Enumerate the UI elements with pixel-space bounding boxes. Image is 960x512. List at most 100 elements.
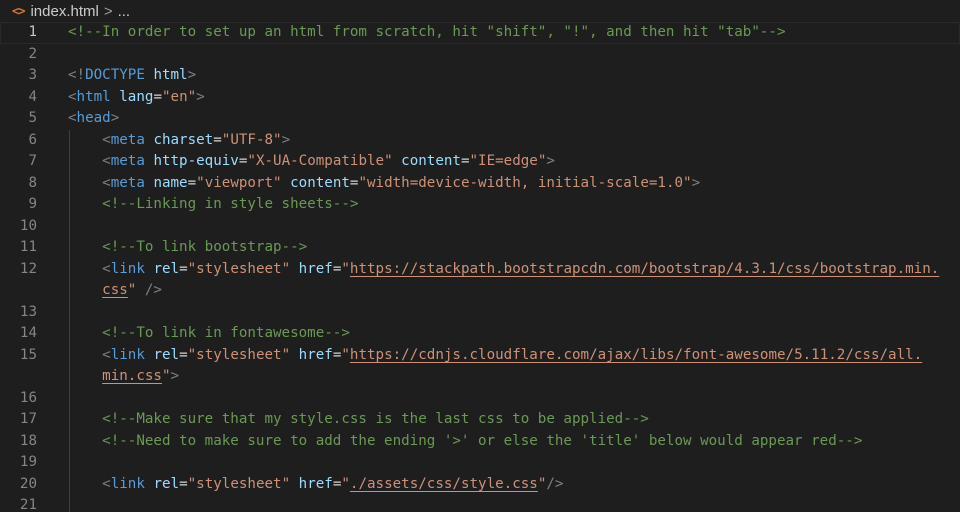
token-bracket: < (102, 475, 111, 492)
token-bracket: > (691, 174, 701, 191)
token-str: "en" (161, 88, 197, 105)
code-line[interactable]: 15 <link rel="stylesheet" href="https://… (0, 344, 960, 366)
token-str: " (161, 368, 171, 384)
token-eq: = (153, 88, 162, 105)
token-str: "stylesheet" (187, 475, 291, 492)
code-line[interactable]: css" /> (0, 280, 960, 302)
code-line[interactable]: 21 (0, 495, 960, 512)
line-number: 18 (19, 432, 37, 449)
token-str: "stylesheet" (187, 260, 291, 277)
line-content: <link rel="stylesheet" href="./assets/cs… (68, 474, 563, 496)
line-content: <html lang="en"> (68, 87, 205, 109)
token-eq: = (179, 475, 188, 492)
token-attr: content (290, 174, 350, 191)
code-line[interactable]: 2 (0, 44, 960, 66)
token-attr: href (298, 260, 333, 277)
token-bracket: < (68, 88, 77, 105)
line-content: <!--Need to make sure to add the ending … (68, 431, 862, 453)
code-line[interactable]: 18 <!--Need to make sure to add the endi… (0, 430, 960, 453)
code-line[interactable]: 19 (0, 452, 960, 474)
token-link[interactable]: https://stackpath.bootstrapcdn.com/boots… (350, 261, 939, 277)
token-bracket: > (110, 110, 120, 126)
token-str: "IE=edge" (469, 153, 547, 169)
token-attr: charset (153, 131, 214, 148)
code-line[interactable]: 12 <link rel="stylesheet" href="https://… (0, 258, 960, 280)
token-comment: <!--In order to set up an html from scra… (68, 24, 786, 40)
token-bracket: < (102, 153, 111, 169)
code-line[interactable]: 20 <link rel="stylesheet" href="./assets… (0, 473, 960, 496)
token-tag: DOCTYPE (85, 67, 145, 83)
line-content: <!--To link bootstrap--> (68, 237, 307, 259)
code-area[interactable]: 1 <!--In order to set up an html from scr… (0, 22, 960, 512)
line-number: 8 (28, 174, 37, 191)
code-line[interactable]: 4 <html lang="en"> (0, 87, 960, 109)
token-attr: rel (153, 260, 180, 277)
token-link[interactable]: css (102, 282, 128, 298)
token-bracket: > (196, 88, 205, 105)
token-bracket: < (102, 260, 111, 277)
line-content: <!DOCTYPE html> (68, 65, 196, 87)
line-content (68, 495, 102, 512)
token-bracket: < (102, 174, 111, 191)
token-eq: = (179, 260, 188, 277)
code-line[interactable]: 5 <head> (0, 108, 960, 130)
code-line[interactable]: 11 <!--To link bootstrap--> (0, 237, 960, 259)
line-content: <!--To link in fontawesome--> (68, 323, 350, 345)
code-line[interactable]: 10 (0, 215, 960, 238)
line-number: 14 (19, 325, 37, 341)
code-line[interactable]: 17 <!--Make sure that my style.css is th… (0, 409, 960, 431)
token-attr: lang (119, 88, 154, 105)
token-str: " (341, 346, 350, 363)
line-content (68, 302, 102, 324)
line-content (68, 216, 102, 238)
code-line[interactable]: 9 <!--Linking in style sheets--> (0, 194, 960, 216)
token-comment: <!--To link in fontawesome--> (102, 325, 350, 341)
line-content: <meta http-equiv = "X-UA-Compatible" conte… (68, 151, 555, 173)
code-line[interactable]: 13 (0, 301, 960, 324)
line-number: 13 (19, 303, 37, 320)
token-comment: <!--Need to make sure to add the ending … (102, 432, 863, 449)
code-line[interactable]: 6 <meta charset="UTF-8"> (0, 129, 960, 151)
token-link[interactable]: https://cdnjs.cloudflare.com/ajax/libs/f… (350, 347, 922, 363)
code-line[interactable]: 14 <!--To link in fontawesome--> (0, 323, 960, 345)
code-line[interactable]: 1 <!--In order to set up an html from scr… (0, 22, 960, 44)
line-content: <!--In order to set up an html from scra… (68, 22, 786, 44)
token-link[interactable]: ./assets/css/style.css (350, 476, 538, 492)
token-bracket: > (281, 131, 291, 148)
token-tag: link (110, 475, 145, 492)
token-attr: name (153, 174, 188, 191)
token-bracket: /> (144, 282, 162, 298)
token-tag: meta (110, 153, 145, 169)
token-comment: <!--To link bootstrap--> (102, 239, 308, 255)
line-content: <head> (68, 108, 119, 130)
code-line[interactable]: 7 <meta http-equiv = "X-UA-Compatible" con… (0, 151, 960, 173)
line-number: 5 (28, 110, 37, 126)
token-attr: rel (153, 475, 180, 492)
token-str: " (341, 475, 350, 492)
code-line[interactable]: 16 (0, 387, 960, 409)
token-bracket: < (102, 131, 111, 148)
token-eq: = (213, 131, 222, 148)
code-line[interactable]: 8 <meta name="viewport" content="width=d… (0, 172, 960, 194)
line-number: 10 (19, 217, 37, 234)
code-editor[interactable]: <> index.html > ... 1 <!--In order to set… (0, 0, 960, 512)
breadcrumb-file[interactable]: index.html (30, 3, 98, 20)
breadcrumb-more[interactable]: ... (118, 3, 131, 20)
line-number: 11 (19, 239, 37, 255)
breadcrumb: <> index.html > ... (0, 0, 960, 22)
line-content (68, 452, 102, 474)
token-link[interactable]: min.css (102, 368, 162, 384)
code-line[interactable]: min.css"> (0, 366, 960, 388)
token-bracket: > (546, 153, 555, 169)
token-str: "width=device-width, initial-scale=1.0" (358, 174, 692, 191)
chevron-right-icon: > (103, 2, 113, 20)
html-file-icon: <> (12, 4, 25, 18)
token-attr: html (153, 67, 188, 83)
line-number: 12 (19, 260, 37, 277)
token-bracket: /> (546, 475, 564, 492)
code-line[interactable]: 3 <!DOCTYPE html> (0, 65, 960, 87)
